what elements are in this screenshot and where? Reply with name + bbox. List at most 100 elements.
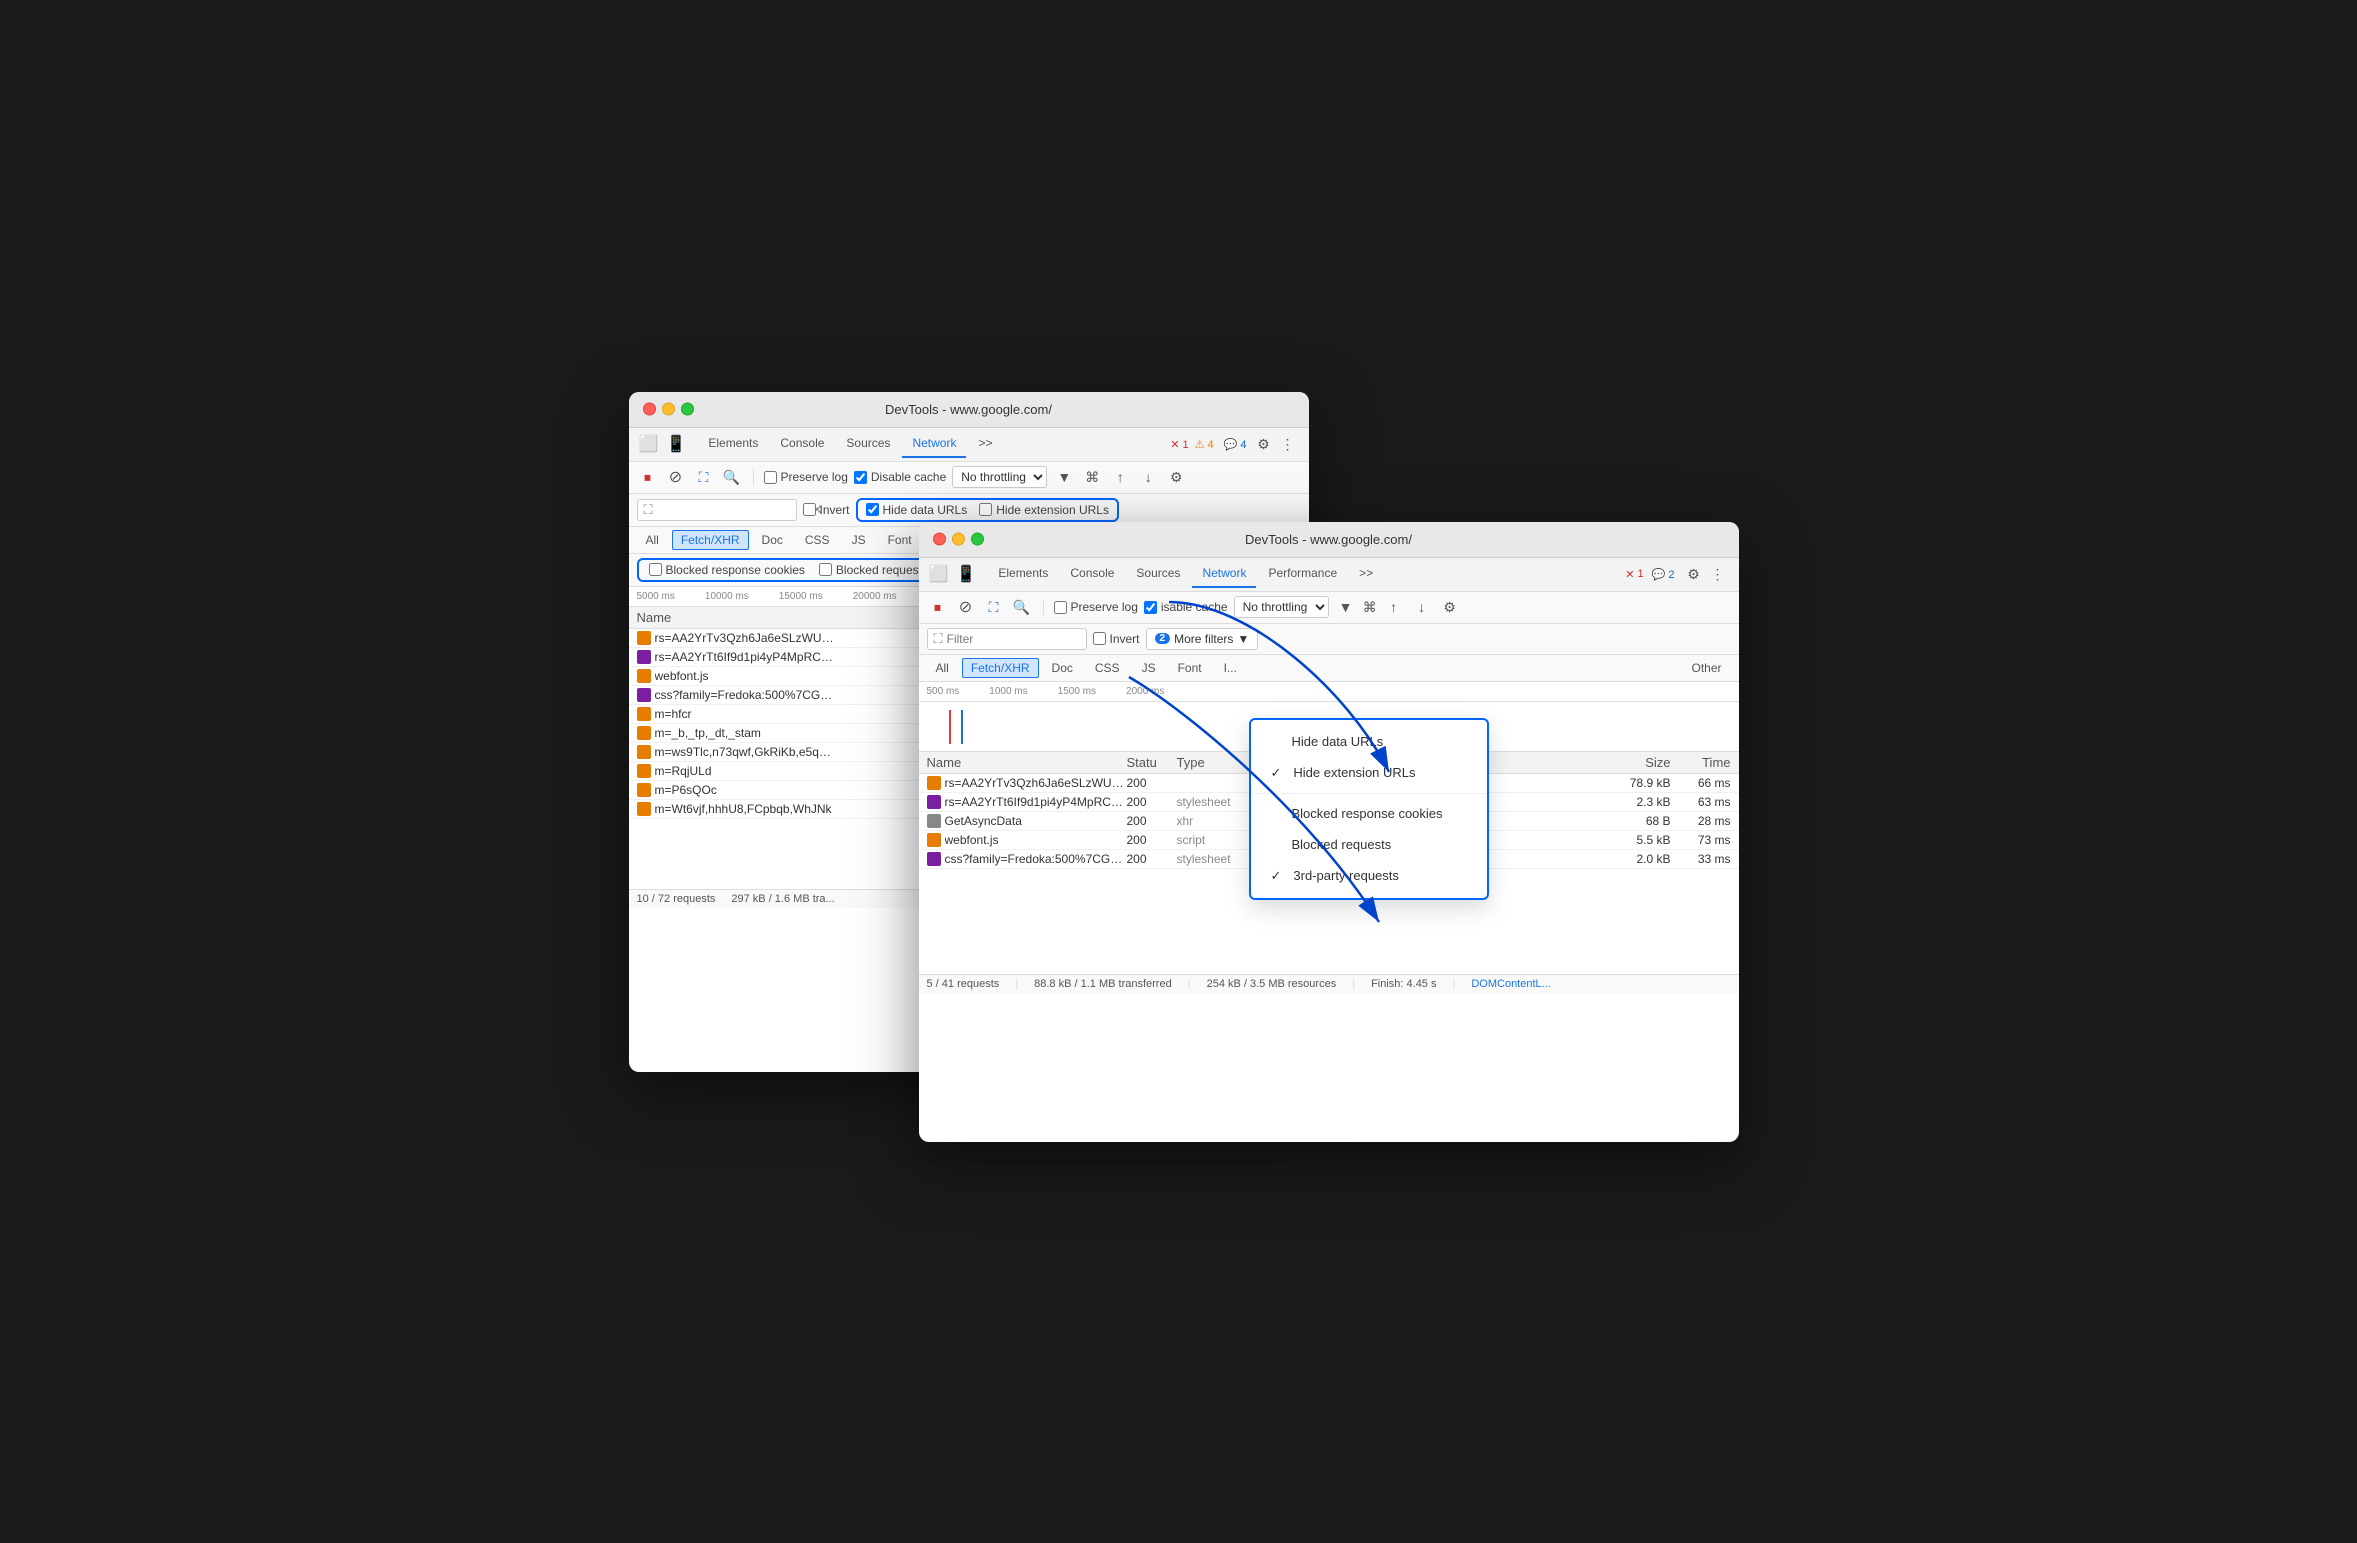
titlebar-bg: DevTools - www.google.com/ — [629, 392, 1309, 428]
tab-console-bg[interactable]: Console — [770, 430, 834, 458]
invert-cb-fg[interactable] — [1093, 632, 1106, 645]
download-btn-fg[interactable]: ↓ — [1411, 596, 1433, 618]
blocked-requests-checkbox-bg[interactable] — [819, 563, 832, 576]
tab-sources-bg[interactable]: Sources — [836, 430, 900, 458]
invert-label-bg[interactable]: Invert — [803, 503, 850, 517]
device-icon[interactable]: 📱 — [666, 434, 686, 454]
type-font-bg[interactable]: Font — [879, 530, 921, 550]
upload-btn-fg[interactable]: ↑ — [1383, 596, 1405, 618]
type-all-bg[interactable]: All — [637, 530, 668, 550]
maximize-button-fg[interactable] — [971, 533, 984, 546]
hide-ext-urls-label-bg[interactable]: Hide extension URLs — [979, 503, 1109, 517]
menu-hide-ext-urls[interactable]: Hide extension URLs — [1251, 757, 1487, 789]
search-btn-fg[interactable]: 🔍 — [1011, 596, 1033, 618]
invert-label-fg[interactable]: Invert — [1093, 632, 1140, 646]
type-doc-fg[interactable]: Doc — [1043, 658, 1082, 678]
settings2-btn-fg[interactable]: ⚙ — [1439, 596, 1461, 618]
tab-elements-fg[interactable]: Elements — [988, 560, 1058, 588]
row-name: m=_b,_tp,_dt,_stam — [655, 726, 761, 740]
type-js-fg[interactable]: JS — [1133, 658, 1165, 678]
menu-third-party[interactable]: 3rd-party requests — [1251, 860, 1487, 892]
type-css-bg[interactable]: CSS — [796, 530, 839, 550]
transferred-fg: 88.8 kB / 1.1 MB transferred — [1034, 978, 1172, 990]
row-icon — [637, 726, 651, 740]
minimize-button[interactable] — [662, 403, 675, 416]
filter-btn-bg[interactable]: ⛶ — [693, 466, 715, 488]
row-name: m=Wt6vjf,hhhU8,FCpbqb,WhJNk — [655, 802, 832, 816]
search-btn-bg[interactable]: 🔍 — [721, 466, 743, 488]
clear-btn-bg[interactable]: ⊘ — [665, 466, 687, 488]
preserve-log-label-bg[interactable]: Preserve log — [764, 470, 848, 484]
disable-cache-label-fg[interactable]: isable cache — [1144, 600, 1228, 614]
window-title-bg: DevTools - www.google.com/ — [885, 402, 1052, 417]
more-btn-fg[interactable]: ⋮ — [1707, 563, 1729, 585]
hide-ext-urls-checkbox-bg[interactable] — [979, 503, 992, 516]
error-badge-bg: ✕ 1 — [1170, 438, 1188, 451]
inspector-icon-fg[interactable]: ⬜ — [929, 564, 949, 584]
more-btn-bg[interactable]: ⋮ — [1277, 433, 1299, 455]
tab-console-fg[interactable]: Console — [1060, 560, 1124, 588]
throttle-chevron-fg[interactable]: ▼ — [1335, 596, 1357, 618]
ruler-1000-fg: 1000 ms — [989, 686, 1027, 697]
tab-network-bg[interactable]: Network — [902, 430, 966, 458]
type-doc-bg[interactable]: Doc — [753, 530, 792, 550]
menu-blocked-requests[interactable]: Blocked requests — [1251, 829, 1487, 860]
row-icon — [927, 795, 941, 809]
preserve-log-checkbox-bg[interactable] — [764, 471, 777, 484]
stop-btn-fg[interactable]: ⏹ — [927, 596, 949, 618]
traffic-lights-fg — [933, 533, 984, 546]
tab-more-fg[interactable]: >> — [1349, 560, 1383, 588]
type-other-fg[interactable]: Other — [1682, 658, 1730, 678]
disable-cache-cb-fg[interactable] — [1144, 601, 1157, 614]
type-css-fg[interactable]: CSS — [1086, 658, 1129, 678]
more-filters-button[interactable]: 2 More filters ▼ — [1146, 628, 1259, 650]
device-icon-fg[interactable]: 📱 — [956, 564, 976, 584]
upload-btn-bg[interactable]: ↑ — [1109, 466, 1131, 488]
resources-fg: 254 kB / 3.5 MB resources — [1207, 978, 1337, 990]
settings-btn-fg[interactable]: ⚙ — [1683, 563, 1705, 585]
toolbar-row1-fg: ⏹ ⊘ ⛶ 🔍 Preserve log isable cache No thr… — [919, 592, 1739, 624]
disable-cache-checkbox-bg[interactable] — [854, 471, 867, 484]
throttle-select-bg[interactable]: No throttling — [952, 466, 1047, 488]
invert-checkbox-bg[interactable] — [803, 503, 816, 516]
inspector-icon[interactable]: ⬜ — [639, 434, 659, 454]
blocked-cookies-checkbox-bg[interactable] — [649, 563, 662, 576]
close-button[interactable] — [643, 403, 656, 416]
settings-btn-bg[interactable]: ⚙ — [1253, 433, 1275, 455]
disable-cache-label-bg[interactable]: Disable cache — [854, 470, 946, 484]
tab-performance-fg[interactable]: Performance — [1258, 560, 1347, 588]
download-btn-bg[interactable]: ↓ — [1137, 466, 1159, 488]
filter-btn-fg[interactable]: ⛶ — [983, 596, 1005, 618]
ruler-10000-bg: 10000 ms — [705, 591, 749, 602]
clear-btn-fg[interactable]: ⊘ — [955, 596, 977, 618]
tab-more-bg[interactable]: >> — [968, 430, 1002, 458]
blocked-requests-label-bg[interactable]: Blocked requests — [819, 563, 928, 577]
throttle-select-fg[interactable]: No throttling — [1234, 596, 1329, 618]
row-name: m=hfcr — [655, 707, 692, 721]
type-fetchxhr-fg[interactable]: Fetch/XHR — [962, 658, 1039, 678]
preserve-log-cb-fg[interactable] — [1054, 601, 1067, 614]
blocked-cookies-label-bg[interactable]: Blocked response cookies — [649, 563, 805, 577]
maximize-button[interactable] — [681, 403, 694, 416]
filter-input-bg[interactable] — [657, 503, 812, 517]
minimize-button-fg[interactable] — [952, 533, 965, 546]
throttle-icon-bg[interactable]: ▼ — [1053, 466, 1075, 488]
stop-recording-btn-bg[interactable]: ⏹ — [637, 466, 659, 488]
preserve-log-label-fg[interactable]: Preserve log — [1054, 600, 1138, 614]
settings2-btn-bg[interactable]: ⚙ — [1165, 466, 1187, 488]
type-img-fg[interactable]: I... — [1215, 658, 1246, 678]
type-font-fg[interactable]: Font — [1169, 658, 1211, 678]
row-size: 78.9 kB — [1601, 776, 1671, 790]
close-button-fg[interactable] — [933, 533, 946, 546]
hide-data-urls-checkbox-bg[interactable] — [866, 503, 879, 516]
tab-sources-fg[interactable]: Sources — [1126, 560, 1190, 588]
type-js-bg[interactable]: JS — [843, 530, 875, 550]
menu-hide-data-urls[interactable]: Hide data URLs — [1251, 726, 1487, 757]
filter-input-fg[interactable] — [947, 632, 1102, 646]
type-fetchxhr-bg[interactable]: Fetch/XHR — [672, 530, 749, 550]
type-all-fg[interactable]: All — [927, 658, 958, 678]
tab-elements-bg[interactable]: Elements — [698, 430, 768, 458]
menu-blocked-cookies[interactable]: Blocked response cookies — [1251, 798, 1487, 829]
hide-data-urls-label-bg[interactable]: Hide data URLs — [866, 503, 968, 517]
tab-network-fg[interactable]: Network — [1192, 560, 1256, 588]
